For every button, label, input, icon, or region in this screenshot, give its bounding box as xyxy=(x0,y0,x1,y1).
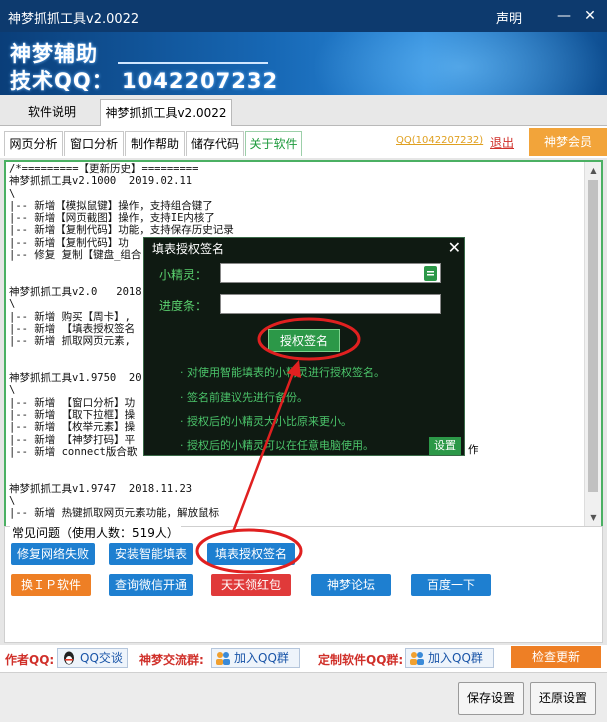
declaration-link[interactable]: 声明 xyxy=(496,8,522,27)
dialog-note: · 授权后的小精灵可以在任意电脑使用。 xyxy=(180,439,374,452)
banner: 神梦辅助 技术QQ： 1042207232 xyxy=(0,32,607,95)
scroll-up-icon[interactable]: ▲ xyxy=(585,162,601,179)
restore-settings-button[interactable]: 还原设置 xyxy=(530,682,596,715)
group-icon xyxy=(410,652,424,665)
dialog-note: · 授权后的小精灵大小比原来更小。 xyxy=(180,415,352,428)
baidu-button[interactable]: 百度一下 xyxy=(411,574,491,596)
sub-tab-bar: 网页分析 窗口分析 制作帮助 储存代码 关于软件 xyxy=(0,126,607,158)
member-button[interactable]: 神梦会员 xyxy=(529,128,607,156)
progress-bar xyxy=(220,294,441,314)
custom-group-label: 定制软件QQ群: xyxy=(318,653,404,667)
close-button[interactable]: ✕ xyxy=(580,6,600,26)
tab-saved-code[interactable]: 储存代码 xyxy=(186,131,244,156)
banner-brand: 神梦辅助 xyxy=(10,42,98,66)
bottom-bar: 保存设置 还原设置 xyxy=(0,672,607,722)
window-title: 神梦抓抓工具v2.0022 xyxy=(8,12,140,27)
scroll-down-icon[interactable]: ▼ xyxy=(585,509,601,526)
history-text-fragment: 作 xyxy=(468,444,479,456)
dialog-note: · 对使用智能填表的小精灵进行授权签名。 xyxy=(180,366,385,379)
fix-network-button[interactable]: 修复网络失败 xyxy=(11,543,95,565)
tab-web-analysis[interactable]: 网页分析 xyxy=(4,131,63,156)
join-custom-group-label: 加入QQ群 xyxy=(428,651,483,665)
sign-dialog: 填表授权签名 ✕ 小精灵： 进度条： 授权签名 · 对使用智能填表的小精灵进行授… xyxy=(143,237,465,456)
autofill-sign-button[interactable]: 填表授权签名 xyxy=(207,543,295,565)
authorize-sign-button[interactable]: 授权签名 xyxy=(268,329,340,352)
tab-main-tool[interactable]: 神梦抓抓工具v2.0022 xyxy=(100,99,232,126)
red-packet-button[interactable]: 天天领红包 xyxy=(211,574,291,596)
exit-link[interactable]: 退出 xyxy=(490,134,514,151)
banner-underline xyxy=(118,62,268,64)
check-update-button[interactable]: 检查更新 xyxy=(511,646,601,668)
qq-link[interactable]: QQ(1042207232) xyxy=(396,135,483,146)
faq-legend: 常见问题（使用人数：519人） xyxy=(10,524,181,541)
group-label: 神梦交流群: xyxy=(139,653,204,667)
tab-software-info[interactable]: 软件说明 xyxy=(4,99,100,126)
qq-penguin-icon xyxy=(64,651,74,665)
dialog-note: · 签名前建议先进行备份。 xyxy=(180,391,308,404)
dialog-settings-button[interactable]: 设置 xyxy=(429,437,461,455)
group-icon xyxy=(216,652,230,665)
banner-glow xyxy=(300,32,607,95)
progress-label: 进度条： xyxy=(159,299,208,313)
banner-contact: 技术QQ： 1042207232 xyxy=(10,69,279,93)
join-group-label: 加入QQ群 xyxy=(234,651,289,665)
sprite-label: 小精灵： xyxy=(159,268,208,282)
tab-about[interactable]: 关于软件 xyxy=(245,131,302,156)
vertical-scrollbar[interactable]: ▲ ▼ xyxy=(584,162,601,526)
faq-group: 常见问题（使用人数：519人） 修复网络失败 安装智能填表 填表授权签名 换ＩＰ… xyxy=(4,524,603,643)
save-settings-button[interactable]: 保存设置 xyxy=(458,682,524,715)
change-ip-button[interactable]: 换ＩＰ软件 xyxy=(11,574,91,596)
file-icon[interactable] xyxy=(424,266,437,281)
wechat-query-button[interactable]: 查询微信开通 xyxy=(109,574,193,596)
sprite-field[interactable] xyxy=(220,263,441,283)
top-tab-bar: 软件说明 神梦抓抓工具v2.0022 xyxy=(0,95,607,126)
author-qq-label: 作者QQ: xyxy=(5,653,55,667)
dialog-close-icon[interactable]: ✕ xyxy=(448,238,461,257)
tab-window-analysis[interactable]: 窗口分析 xyxy=(64,131,124,156)
install-autofill-button[interactable]: 安装智能填表 xyxy=(109,543,193,565)
qq-chat-button[interactable]: QQ交谈 xyxy=(57,648,128,668)
minimize-button[interactable]: — xyxy=(554,6,574,26)
join-custom-group-button[interactable]: 加入QQ群 xyxy=(405,648,494,668)
forum-button[interactable]: 神梦论坛 xyxy=(311,574,391,596)
scroll-thumb[interactable] xyxy=(588,180,598,492)
tab-help[interactable]: 制作帮助 xyxy=(125,131,185,156)
title-bar: 神梦抓抓工具v2.0022 声明 — ✕ xyxy=(0,0,607,32)
qq-chat-label: QQ交谈 xyxy=(80,651,123,665)
dialog-title: 填表授权签名 xyxy=(152,242,225,256)
join-group-button[interactable]: 加入QQ群 xyxy=(211,648,300,668)
